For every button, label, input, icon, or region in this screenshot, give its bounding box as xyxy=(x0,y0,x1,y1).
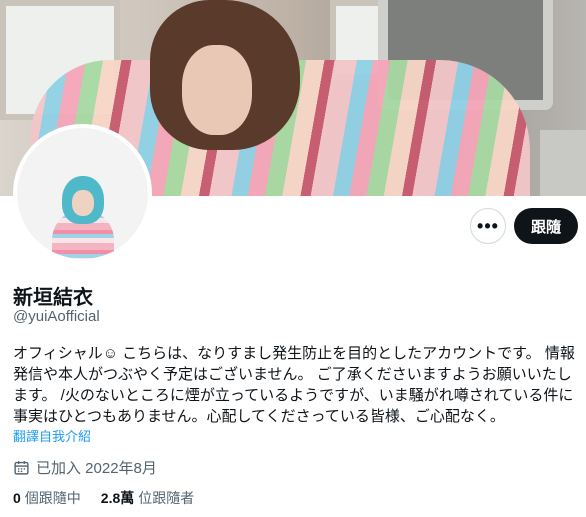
avatar[interactable] xyxy=(13,124,152,263)
more-icon: ••• xyxy=(477,215,499,236)
followers-label: 位跟隨者 xyxy=(138,490,195,506)
calendar-icon xyxy=(14,461,29,475)
follow-button[interactable]: 跟隨 xyxy=(514,208,578,244)
more-button[interactable]: ••• xyxy=(470,208,506,244)
following-link[interactable]: 0 個跟隨中 xyxy=(13,488,81,508)
profile-bio: オフィシャル☺︎ こちらは、なりすまし発生防止を目的としたアカウントです。 情報… xyxy=(13,345,575,425)
banner-tv-stand xyxy=(540,130,586,196)
following-count: 0 xyxy=(13,490,21,506)
display-name: 新垣結衣 xyxy=(13,287,93,309)
banner-face xyxy=(182,45,252,135)
following-label: 個跟隨中 xyxy=(24,490,81,506)
profile-stats: 0 個跟隨中 2.8萬 位跟隨者 xyxy=(13,488,194,508)
translate-bio-link[interactable]: 翻譯自我介紹 xyxy=(13,426,91,445)
avatar-face xyxy=(72,190,94,216)
followers-link[interactable]: 2.8萬 位跟隨者 xyxy=(101,488,194,508)
join-date-text: 已加入 2022年8月 xyxy=(36,460,157,477)
join-date: 已加入 2022年8月 xyxy=(13,457,157,478)
followers-count: 2.8萬 xyxy=(100,490,135,506)
user-handle: @yuiAofficial xyxy=(13,308,100,325)
